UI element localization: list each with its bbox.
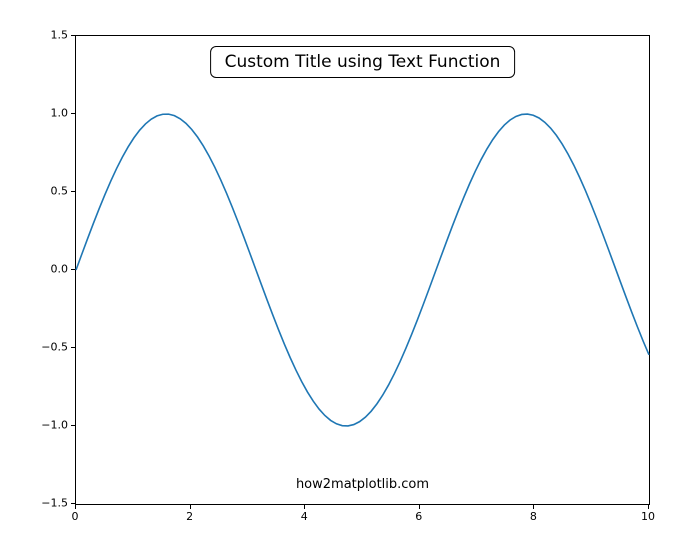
y-tick-label: −1.5 [28,497,68,510]
x-tick-mark [75,505,76,509]
chart-annotation: how2matplotlib.com [296,477,429,492]
y-tick-label: 1.5 [28,29,68,42]
x-tick-mark [648,505,649,509]
figure: Custom Title using Text Function how2mat… [0,0,700,560]
x-tick-label: 8 [530,510,537,523]
y-tick-mark [71,269,75,270]
x-tick-mark [304,505,305,509]
line-plot [76,36,649,504]
chart-title: Custom Title using Text Function [225,52,501,72]
x-tick-mark [419,505,420,509]
x-tick-mark [190,505,191,509]
y-tick-label: 1.0 [28,107,68,120]
sine-line [76,114,649,426]
x-tick-label: 2 [186,510,193,523]
y-tick-mark [71,347,75,348]
y-tick-label: 0.5 [28,185,68,198]
y-tick-mark [71,35,75,36]
y-tick-label: −1.0 [28,419,68,432]
x-tick-label: 0 [72,510,79,523]
x-tick-label: 4 [301,510,308,523]
y-tick-mark [71,503,75,504]
plot-area: Custom Title using Text Function how2mat… [75,35,650,505]
y-tick-label: −0.5 [28,341,68,354]
x-tick-label: 6 [415,510,422,523]
y-tick-label: 0.0 [28,263,68,276]
y-tick-mark [71,113,75,114]
x-tick-mark [533,505,534,509]
y-tick-mark [71,191,75,192]
chart-title-box: Custom Title using Text Function [210,46,516,78]
x-tick-label: 10 [641,510,655,523]
y-tick-mark [71,425,75,426]
